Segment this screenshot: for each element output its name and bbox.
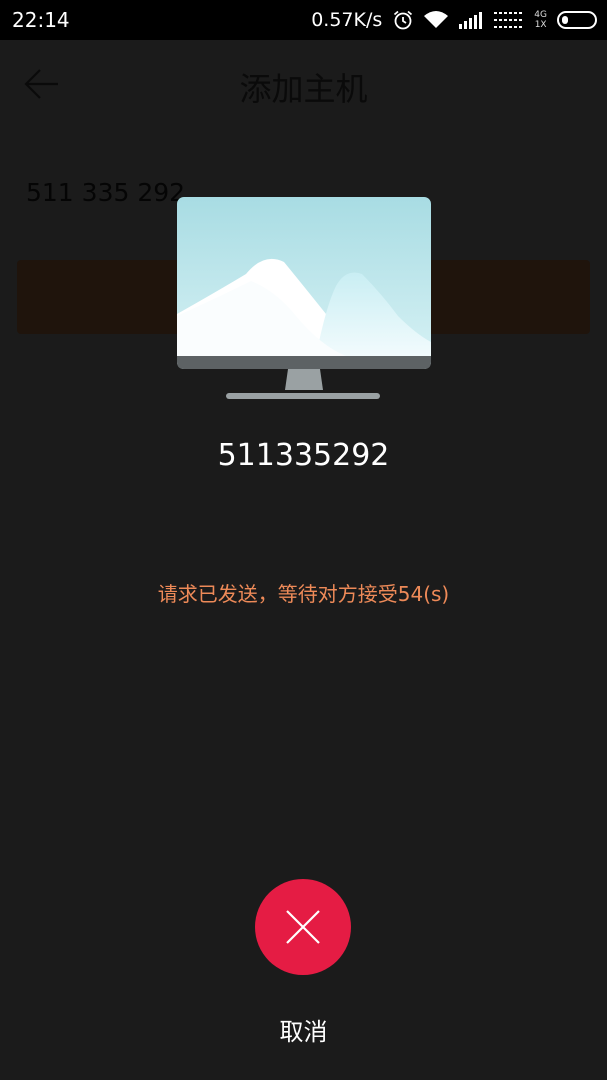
network-type-top: 4G <box>534 10 547 20</box>
status-time: 22:14 <box>12 8 70 32</box>
signal-icon-2 <box>494 12 523 28</box>
net-speed: 0.57K/s <box>311 9 383 31</box>
battery-icon <box>557 11 597 29</box>
battery-level <box>562 16 568 24</box>
signal-icon <box>459 12 483 29</box>
status-bar: 22:14 0.57K/s 4G 1X <box>0 0 607 40</box>
waiting-status-message: 请求已发送，等待对方接受54(s) <box>157 582 450 606</box>
monitor-icon <box>177 197 431 399</box>
cancel-label[interactable]: 取消 <box>0 1012 607 1047</box>
wifi-icon <box>424 11 449 28</box>
network-type: 4G 1X <box>534 10 547 30</box>
status-icons: 0.57K/s 4G 1X <box>311 0 597 40</box>
cancel-button[interactable] <box>255 879 351 975</box>
alarm-icon <box>394 10 413 30</box>
host-id-field[interactable]: 511 335 292 <box>26 178 185 207</box>
page-title: 添加主机 <box>239 70 368 108</box>
screen: 22:14 0.57K/s 4G 1X 添加主机 511 335 292 511… <box>0 0 607 1080</box>
network-type-bottom: 1X <box>534 20 547 30</box>
close-icon <box>286 910 320 944</box>
host-number: 511335292 <box>217 438 390 473</box>
